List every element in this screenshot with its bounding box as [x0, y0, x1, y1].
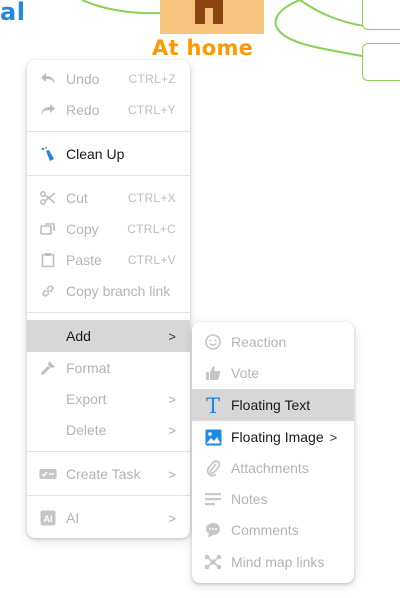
- menu-item-label: Attachments: [231, 460, 309, 476]
- menu-item-cut[interactable]: Cut CTRL+X: [27, 183, 190, 213]
- menu-divider: [27, 131, 190, 132]
- paint-brush-icon: [38, 358, 58, 378]
- thumbs-up-icon: [203, 363, 223, 383]
- shortcut-label: CTRL+V: [127, 253, 176, 267]
- text-t-icon: T: [203, 395, 223, 415]
- submenu-item-comments[interactable]: Comments: [192, 515, 354, 545]
- submenu-arrow: >: [168, 510, 176, 526]
- submenu-item-attachments[interactable]: Attachments: [192, 453, 354, 483]
- ai-icon: AI: [38, 508, 58, 528]
- shortcut-label: CTRL+Z: [128, 72, 176, 86]
- menu-item-label: Reaction: [231, 334, 287, 350]
- menu-divider: [27, 175, 190, 176]
- menu-item-label: Format: [66, 360, 111, 376]
- clean-up-icon: [38, 144, 58, 164]
- submenu-item-floating-image[interactable]: Floating Image >: [192, 422, 354, 452]
- menu-item-label: Vote: [231, 365, 260, 381]
- submenu-arrow: >: [168, 422, 176, 438]
- scissors-icon: [38, 188, 58, 208]
- branch-node-box[interactable]: [362, 0, 400, 30]
- add-submenu: Reaction Vote T Floating Text Floating I…: [192, 322, 354, 583]
- menu-item-label: Comments: [231, 522, 299, 538]
- submenu-arrow: >: [168, 466, 176, 482]
- menu-item-undo[interactable]: Undo CTRL+Z: [27, 64, 190, 94]
- menu-item-format[interactable]: Format: [27, 353, 190, 383]
- notes-icon: [203, 489, 223, 509]
- shortcut-label: CTRL+C: [127, 222, 176, 236]
- shortcut-label: CTRL+X: [127, 191, 176, 205]
- menu-divider: [27, 312, 190, 313]
- link-icon: [38, 281, 58, 301]
- menu-item-label: Floating Text: [231, 397, 311, 413]
- menu-item-label: Notes: [231, 491, 268, 507]
- task-icon: [38, 464, 58, 484]
- menu-item-label: Floating Image >: [231, 429, 338, 445]
- submenu-arrow: >: [329, 430, 338, 445]
- mind-map-links-icon: [203, 552, 223, 572]
- svg-text:T: T: [206, 395, 220, 415]
- smiley-icon: [203, 332, 223, 352]
- house-icon: [195, 0, 223, 24]
- menu-divider: [27, 451, 190, 452]
- home-node-label[interactable]: At home: [152, 36, 272, 60]
- submenu-item-vote[interactable]: Vote: [192, 358, 354, 388]
- menu-item-label: Copy branch link: [66, 283, 171, 299]
- menu-item-label: Mind map links: [231, 554, 325, 570]
- menu-item-clean-up[interactable]: Clean Up: [27, 139, 190, 169]
- submenu-arrow: >: [168, 391, 176, 407]
- branch-node-box[interactable]: [362, 43, 400, 81]
- submenu-item-notes[interactable]: Notes: [192, 484, 354, 514]
- copy-icon: [38, 219, 58, 239]
- paste-icon: [38, 250, 58, 270]
- submenu-item-reaction[interactable]: Reaction: [192, 327, 354, 357]
- menu-item-paste[interactable]: Paste CTRL+V: [27, 245, 190, 275]
- menu-divider: [27, 495, 190, 496]
- context-menu: Undo CTRL+Z Redo CTRL+Y Clean Up Cut CTR…: [27, 60, 190, 538]
- menu-item-copy-branch-link[interactable]: Copy branch link: [27, 276, 190, 306]
- menu-item-label: Clean Up: [66, 146, 125, 162]
- menu-item-export[interactable]: Export >: [27, 384, 190, 414]
- image-icon: [203, 427, 223, 447]
- menu-item-ai[interactable]: AI AI >: [27, 503, 190, 533]
- redo-icon: [38, 100, 58, 120]
- undo-icon: [38, 69, 58, 89]
- menu-item-redo[interactable]: Redo CTRL+Y: [27, 95, 190, 125]
- menu-item-copy[interactable]: Copy CTRL+C: [27, 214, 190, 244]
- submenu-arrow: >: [168, 328, 176, 344]
- shortcut-label: CTRL+Y: [127, 103, 176, 117]
- svg-text:AI: AI: [44, 514, 53, 524]
- menu-item-delete[interactable]: Delete >: [27, 415, 190, 445]
- paperclip-icon: [203, 458, 223, 478]
- submenu-item-floating-text[interactable]: T Floating Text: [192, 389, 354, 421]
- central-topic-fragment[interactable]: al: [0, 0, 25, 26]
- menu-item-add[interactable]: Add >: [27, 320, 190, 352]
- menu-item-create-task[interactable]: Create Task >: [27, 459, 190, 489]
- submenu-item-mind-map-links[interactable]: Mind map links: [192, 547, 354, 577]
- comment-icon: [203, 520, 223, 540]
